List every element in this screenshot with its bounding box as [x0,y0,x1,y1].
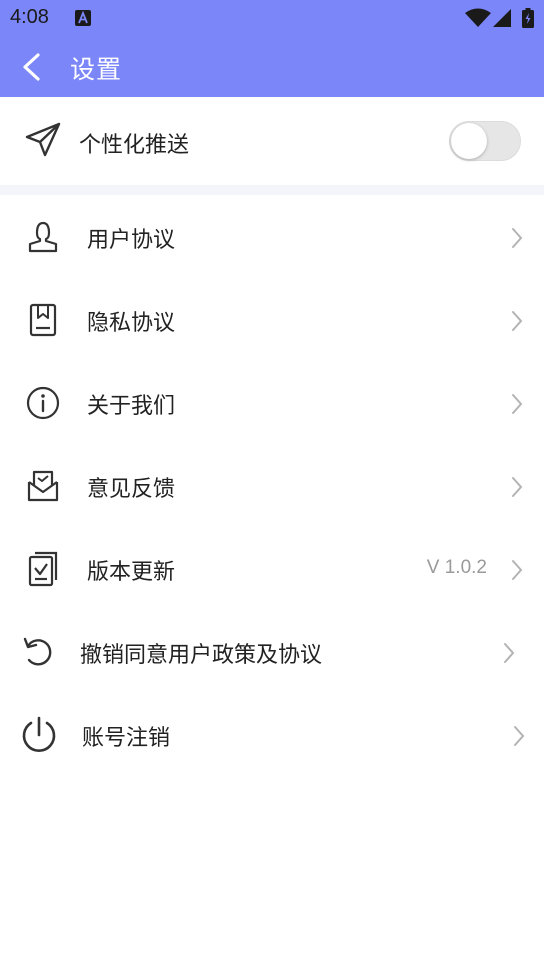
menu-item-label: 意见反馈 [87,477,176,502]
update-icon [28,551,58,587]
chevron-right-icon [512,477,523,497]
push-setting-label: 个性化推送 [79,133,190,158]
power-icon [22,716,56,752]
cell-signal-icon [493,9,511,27]
notification-a-icon [75,10,91,26]
chevron-right-icon [512,311,523,331]
settings-menu: 用户协议 隐私协议 关于我们 意见反馈 版本更新 V 1.0.2 撤销同意用户政… [0,197,544,778]
chevron-right-icon [512,560,523,580]
menu-item-revoke-consent[interactable]: 撤销同意用户政策及协议 [0,612,544,695]
status-bar: 4:08 [0,0,544,36]
back-arrow-icon[interactable] [18,51,46,83]
user-icon [28,221,58,253]
menu-item-about-us[interactable]: 关于我们 [0,363,544,446]
chevron-right-icon [512,228,523,248]
feedback-mail-icon [27,470,59,502]
push-setting-row: 个性化推送 [0,97,544,185]
chevron-right-icon [512,394,523,414]
status-time: 4:08 [10,6,49,28]
menu-item-label: 关于我们 [87,394,176,419]
menu-item-user-agreement[interactable]: 用户协议 [0,197,544,280]
chevron-right-icon [504,643,515,663]
send-paper-plane-icon [25,122,61,157]
section-divider [0,185,544,195]
menu-item-feedback[interactable]: 意见反馈 [0,446,544,529]
wifi-icon [465,8,491,27]
menu-item-label: 版本更新 [87,560,176,585]
menu-item-version-update[interactable]: 版本更新 V 1.0.2 [0,529,544,612]
battery-icon [522,8,534,28]
menu-item-label: 账号注销 [82,726,171,751]
info-icon [26,386,60,420]
menu-item-label: 用户协议 [87,228,176,253]
app-bar: 设置 [0,36,544,97]
menu-item-label: 撤销同意用户政策及协议 [80,643,323,668]
document-icon [29,303,57,337]
menu-item-label: 隐私协议 [87,311,176,336]
menu-item-privacy-agreement[interactable]: 隐私协议 [0,280,544,363]
menu-item-account-cancellation[interactable]: 账号注销 [0,695,544,778]
chevron-right-icon [514,726,525,746]
toggle-knob [451,123,487,159]
version-value: V 1.0.2 [426,557,487,578]
revoke-icon [23,637,52,666]
page-title: 设置 [70,55,123,84]
push-toggle[interactable] [449,121,521,161]
